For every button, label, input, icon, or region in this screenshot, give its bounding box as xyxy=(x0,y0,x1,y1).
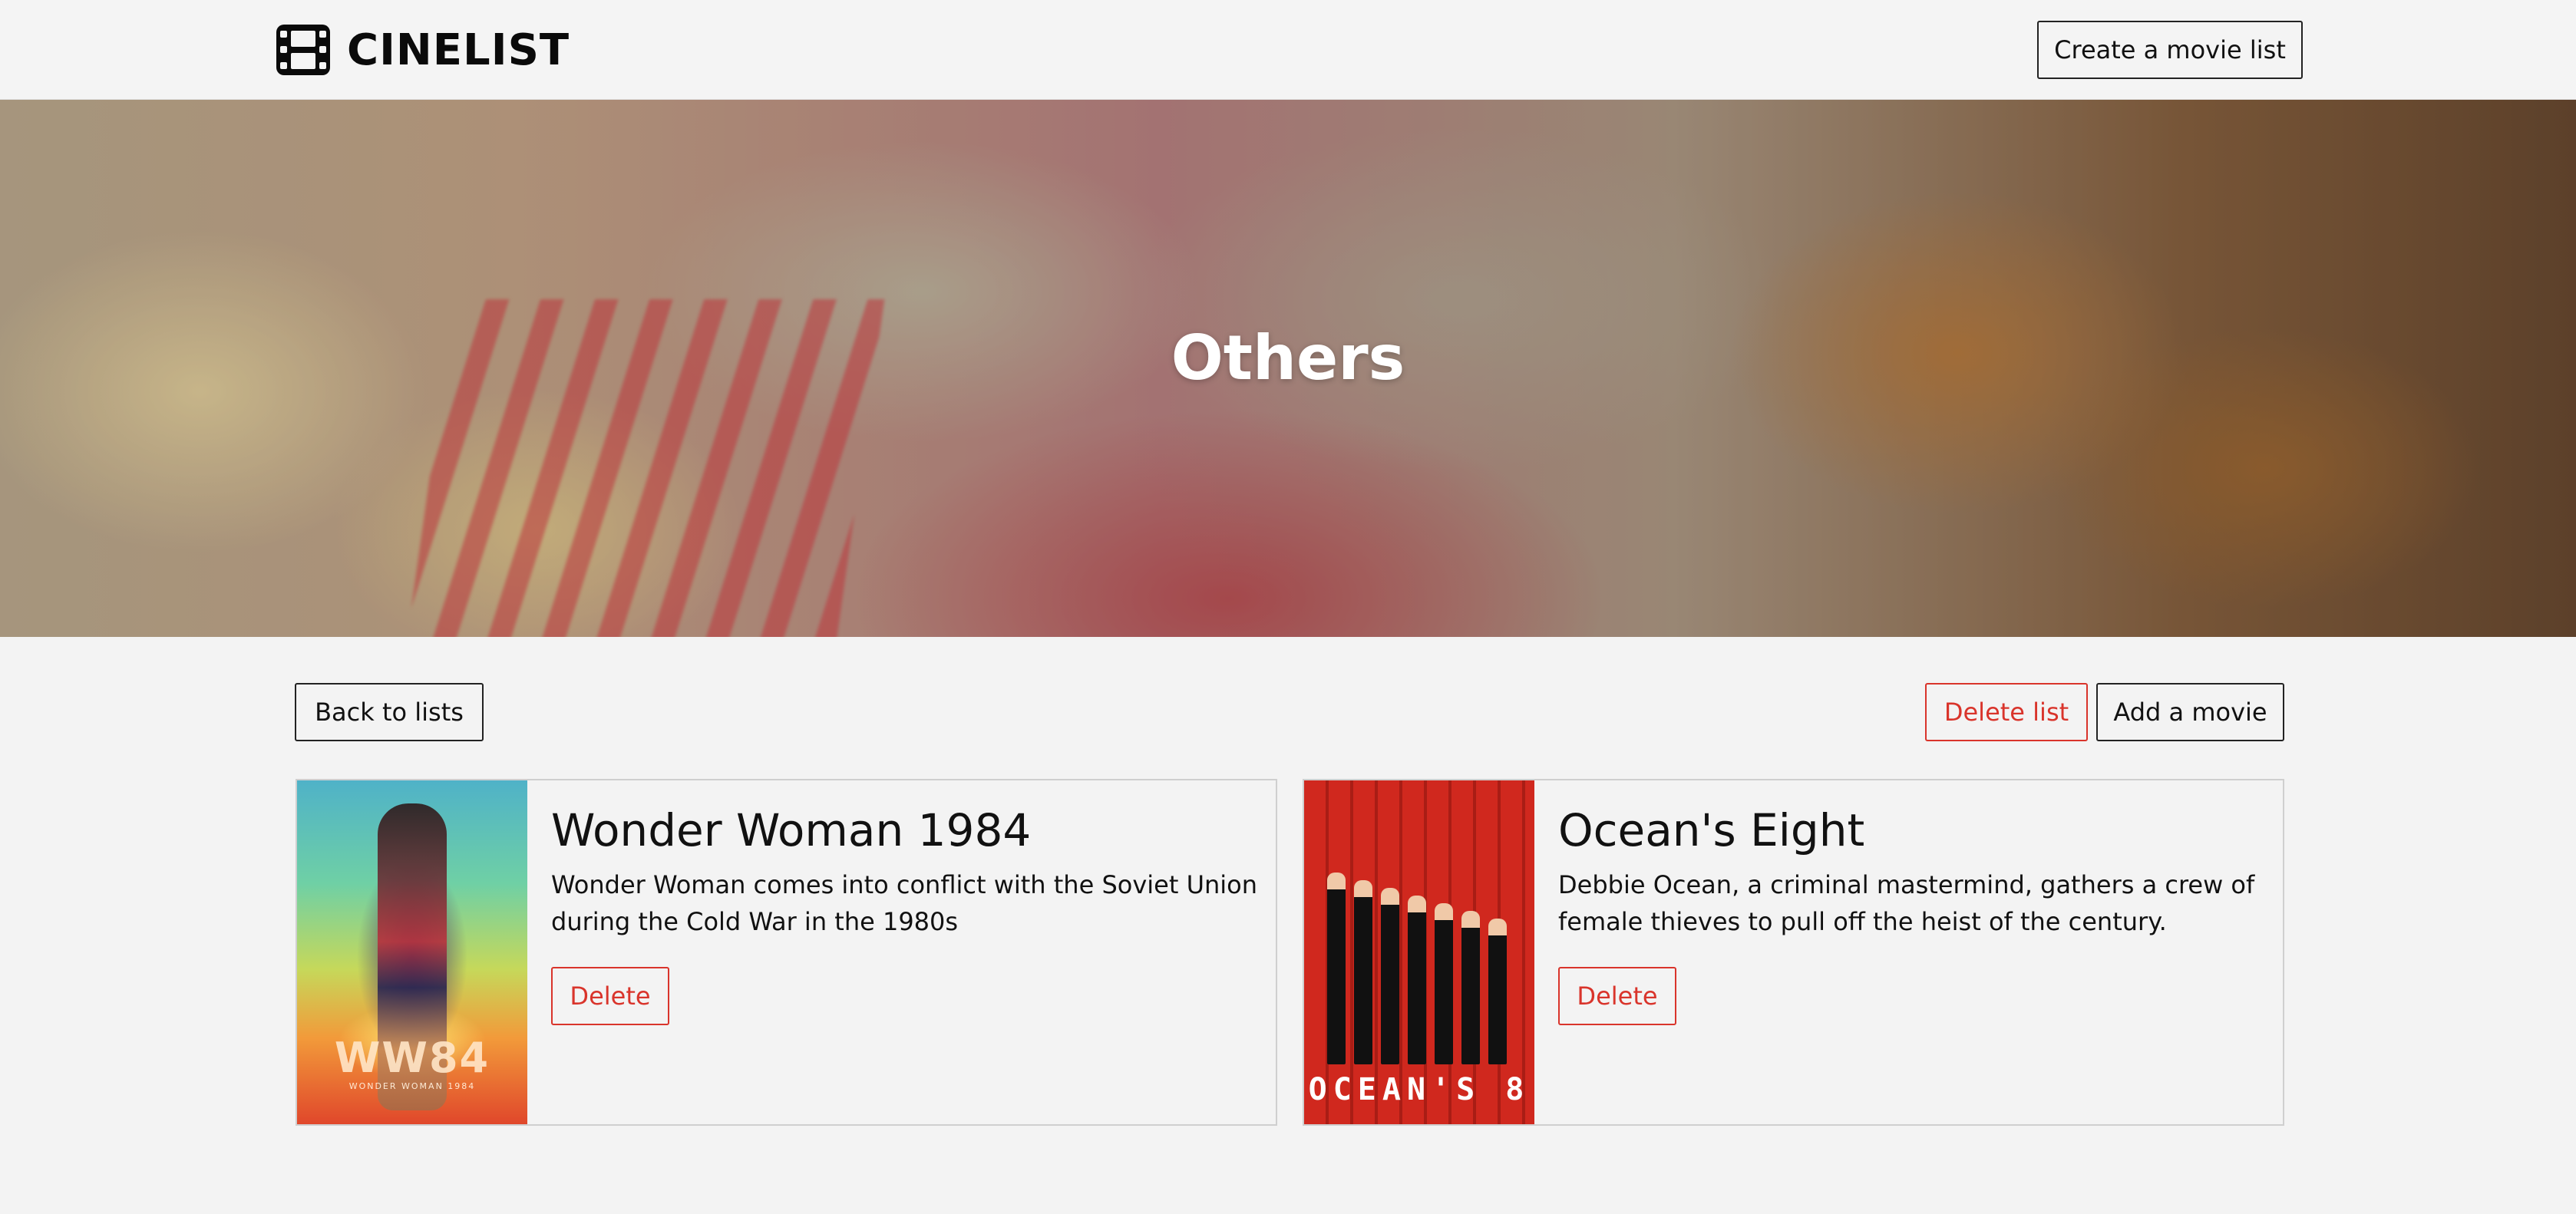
poster-subtitle: WONDER WOMAN 1984 xyxy=(348,1081,476,1091)
delete-movie-button[interactable]: Delete xyxy=(1558,967,1676,1025)
movie-description: Debbie Ocean, a criminal mastermind, gat… xyxy=(1558,870,2255,936)
movie-card-body: Wonder Woman 1984 Wonder Woman comes int… xyxy=(551,803,1257,940)
movie-card: OCEAN'S 8 Ocean's Eight Debbie Ocean, a … xyxy=(1303,779,2284,1126)
add-movie-button[interactable]: Add a movie xyxy=(2096,683,2284,741)
movie-title: Wonder Woman 1984 xyxy=(551,804,1032,856)
movie-poster: WW84 WONDER WOMAN 1984 xyxy=(297,780,527,1124)
brand-logo[interactable]: CINELIST xyxy=(276,25,570,75)
delete-movie-button[interactable]: Delete xyxy=(551,967,669,1025)
movie-poster: OCEAN'S 8 xyxy=(1304,780,1534,1124)
movie-description: Wonder Woman comes into conflict with th… xyxy=(551,870,1258,936)
back-to-lists-button[interactable]: Back to lists xyxy=(295,683,484,741)
hero-banner: Others xyxy=(0,100,2576,637)
navbar: CINELIST Create a movie list xyxy=(0,0,2576,100)
create-movie-list-button[interactable]: Create a movie list xyxy=(2037,21,2303,79)
page-title: Others xyxy=(1171,322,1405,394)
poster-logo-text: WW84 xyxy=(334,1034,490,1082)
poster-logo-text: OCEAN'S 8 xyxy=(1308,1072,1531,1107)
film-icon xyxy=(276,25,330,75)
movie-card: WW84 WONDER WOMAN 1984 Wonder Woman 1984… xyxy=(296,779,1277,1126)
delete-list-button[interactable]: Delete list xyxy=(1925,683,2088,741)
brand-name: CINELIST xyxy=(347,25,570,75)
movie-card-body: Ocean's Eight Debbie Ocean, a criminal m… xyxy=(1558,803,2264,940)
movie-title: Ocean's Eight xyxy=(1558,804,1865,856)
